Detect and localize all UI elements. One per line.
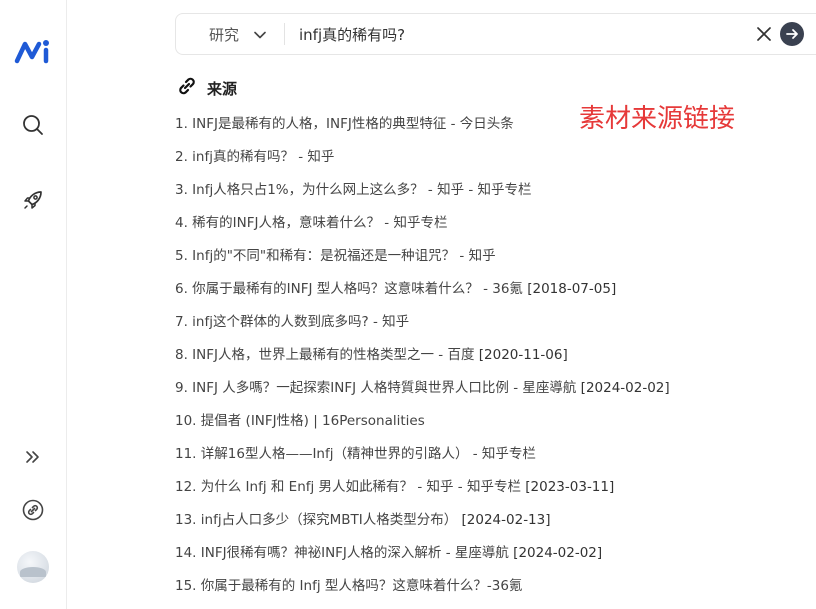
mode-dropdown[interactable]: 研究 xyxy=(209,24,267,45)
source-link-2[interactable]: 2. infj真的稀有吗？ - 知乎 xyxy=(175,147,805,180)
source-title: 14. INFJ很稀有嗎？神祕INFJ人格的深入解析 - 星座導航 xyxy=(175,545,509,561)
clear-search-button[interactable] xyxy=(754,24,774,44)
source-link-12[interactable]: 12. 为什么 Infj 和 Enfj 男人如此稀有？ - 知乎 - 知乎专栏 … xyxy=(175,477,805,510)
source-link-9[interactable]: 9. INFJ 人多嗎？一起探索INFJ 人格特質與世界人口比例 - 星座導航 … xyxy=(175,378,805,411)
source-link-7[interactable]: 7. infj这个群体的人数到底多吗? - 知乎 xyxy=(175,312,805,345)
source-date: [2023-03-11] xyxy=(525,479,615,495)
source-date: [2024-02-13] xyxy=(461,512,551,528)
source-title: 13. infj占人口多少（探究MBTI人格类型分布） xyxy=(175,512,458,528)
link-circle-icon[interactable] xyxy=(19,496,47,524)
source-link-3[interactable]: 3. Infj人格只占1%，为什么网上这么多？ - 知乎 - 知乎专栏 xyxy=(175,180,805,213)
source-title: 4. 稀有的INFJ人格，意味着什么？ - 知乎专栏 xyxy=(175,215,448,231)
sidebar xyxy=(0,0,67,609)
expand-sidebar-icon[interactable] xyxy=(19,443,47,471)
mode-label: 研究 xyxy=(209,26,240,44)
source-date: [2018-07-05] xyxy=(527,281,617,297)
source-link-8[interactable]: 8. INFJ人格，世界上最稀有的性格类型之一 - 百度 [2020-11-06… xyxy=(175,345,805,378)
arrow-right-icon xyxy=(786,29,798,39)
source-link-6[interactable]: 6. 你属于最稀有的INFJ 型人格吗？这意味着什么？ - 36氪 [2018-… xyxy=(175,279,805,312)
source-date: [2020-11-06] xyxy=(478,347,568,363)
source-title: 2. infj真的稀有吗？ - 知乎 xyxy=(175,149,335,165)
source-title: 6. 你属于最稀有的INFJ 型人格吗？这意味着什么？ - 36氪 xyxy=(175,281,523,297)
source-title: 3. Infj人格只占1%，为什么网上这么多？ - 知乎 - 知乎专栏 xyxy=(175,182,532,198)
source-link-5[interactable]: 5. Infj的"不同"和稀有：是祝福还是一种诅咒？ - 知乎 xyxy=(175,246,805,279)
search-bar: 研究 infj真的稀有吗? xyxy=(175,13,816,55)
source-title: 7. infj这个群体的人数到底多吗? - 知乎 xyxy=(175,314,410,330)
source-link-1[interactable]: 1. INFJ是最稀有的人格，INFJ性格的典型特征 - 今日头条 xyxy=(175,114,805,147)
source-title: 5. Infj的"不同"和稀有：是祝福还是一种诅咒？ - 知乎 xyxy=(175,248,496,264)
source-title: 8. INFJ人格，世界上最稀有的性格类型之一 - 百度 xyxy=(175,347,475,363)
sources-header: 来源 xyxy=(175,74,237,102)
source-link-4[interactable]: 4. 稀有的INFJ人格，意味着什么？ - 知乎专栏 xyxy=(175,213,805,246)
source-title: 15. 你属于最稀有的 Infj 型人格吗？这意味着什么？-36氪 xyxy=(175,578,523,594)
source-date: [2024-02-02] xyxy=(580,380,670,396)
search-divider xyxy=(284,23,285,45)
submit-search-button[interactable] xyxy=(780,22,804,46)
source-title: 10. 提倡者 (INFJ性格) | 16Personalities xyxy=(175,413,425,429)
source-date: [2024-02-02] xyxy=(513,545,603,561)
source-link-13[interactable]: 13. infj占人口多少（探究MBTI人格类型分布） [2024-02-13] xyxy=(175,510,805,543)
sources-title: 来源 xyxy=(207,79,238,98)
close-icon xyxy=(757,27,771,41)
link-icon xyxy=(175,74,199,102)
app-logo-icon[interactable] xyxy=(14,36,52,66)
source-link-14[interactable]: 14. INFJ很稀有嗎？神祕INFJ人格的深入解析 - 星座導航 [2024-… xyxy=(175,543,805,576)
source-title: 12. 为什么 Infj 和 Enfj 男人如此稀有？ - 知乎 - 知乎专栏 xyxy=(175,479,521,495)
search-input[interactable]: infj真的稀有吗? xyxy=(299,24,405,45)
source-title: 9. INFJ 人多嗎？一起探索INFJ 人格特質與世界人口比例 - 星座導航 xyxy=(175,380,577,396)
search-icon[interactable] xyxy=(19,111,47,139)
rocket-icon[interactable] xyxy=(19,186,47,214)
user-avatar[interactable] xyxy=(17,551,49,583)
source-title: 1. INFJ是最稀有的人格，INFJ性格的典型特征 - 今日头条 xyxy=(175,116,514,132)
sources-list: 1. INFJ是最稀有的人格，INFJ性格的典型特征 - 今日头条 2. infj… xyxy=(175,114,805,609)
source-title: 11. 详解16型人格——Infj（精神世界的引路人） - 知乎专栏 xyxy=(175,446,536,462)
source-link-15[interactable]: 15. 你属于最稀有的 Infj 型人格吗？这意味着什么？-36氪 xyxy=(175,576,805,609)
chevron-down-icon xyxy=(253,26,267,44)
source-link-10[interactable]: 10. 提倡者 (INFJ性格) | 16Personalities xyxy=(175,411,805,444)
source-link-11[interactable]: 11. 详解16型人格——Infj（精神世界的引路人） - 知乎专栏 xyxy=(175,444,805,477)
avatar-image xyxy=(20,567,46,577)
